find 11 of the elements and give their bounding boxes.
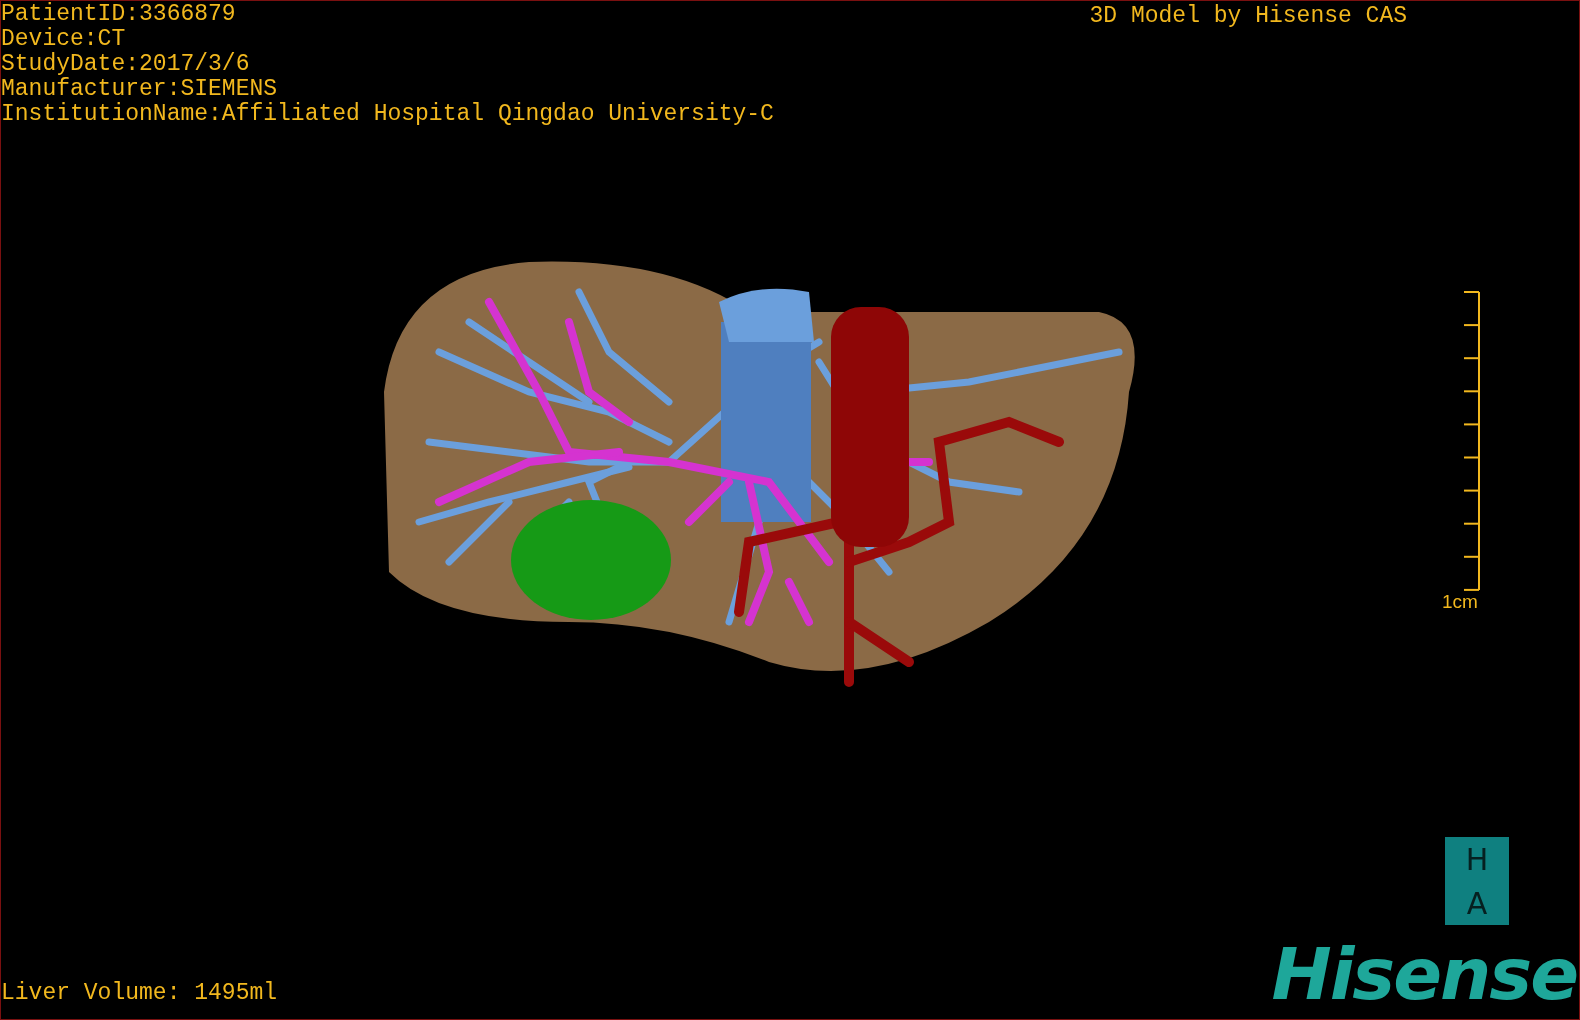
patient-info-text: InstitutionName:Affiliated Hospital Qingdao University-C: [1, 102, 774, 127]
liver-volume-text: Liver Volume: 1495ml: [1, 979, 278, 1007]
viewer-title: 3D Model by Hisense CAS: [1089, 2, 1407, 31]
patient-info-text: StudyDate:2017/3/6: [1, 52, 251, 77]
logo-tile: A: [1445, 881, 1509, 925]
logo-tile: H: [1445, 837, 1509, 881]
patient-info-text: Manufacturer:SIEMENS: [1, 77, 279, 102]
patient-info-text: PatientID:3366879: [1, 2, 237, 27]
scale-label: 1cm: [1442, 591, 1478, 613]
patient-info-text: Device:CT: [1, 27, 127, 52]
brand-wordmark: Hisense: [1271, 935, 1577, 1013]
